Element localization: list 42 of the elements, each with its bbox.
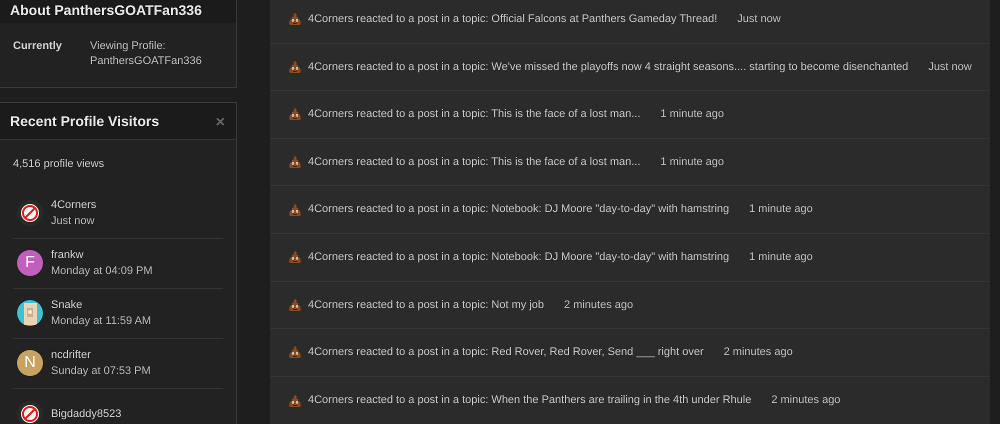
activity-text[interactable]: 4Corners reacted to a post in a topic: Red Rover, Red Rover, Send ___ right over bbox=[308, 344, 704, 361]
poop-emoji-icon bbox=[288, 394, 302, 408]
poop-emoji-icon bbox=[288, 60, 302, 74]
view-count: 4,516 profile views bbox=[12, 157, 106, 172]
activity-text[interactable]: 4Corners reacted to a post in a topic: Notebook: DJ Moore "day-to-day" with hamstring bbox=[308, 201, 730, 218]
visit-time: Monday at 11:59 AM bbox=[51, 314, 152, 329]
poop-emoji-icon bbox=[288, 107, 302, 122]
activity-text[interactable]: 4Corners reacted to a post in a topic: When the Panthers are trailing in the 4th under Rhule bbox=[308, 392, 752, 409]
visitor-name[interactable]: frankw bbox=[51, 247, 153, 263]
visit-time: Just now bbox=[51, 214, 96, 229]
activity-time: 2 minutes ago bbox=[724, 345, 793, 360]
field-label: Currently bbox=[13, 39, 63, 54]
activity-time: 2 minutes ago bbox=[564, 298, 634, 313]
visitor-name[interactable]: Bigdaddy8523 bbox=[51, 406, 122, 422]
activity-time: Just now bbox=[928, 60, 972, 75]
activity-text[interactable]: 4Corners reacted to a post in a topic: Official Falcons at Panthers Gameday Thread! bbox=[308, 11, 718, 28]
poop-emoji-icon bbox=[288, 298, 302, 312]
visit-time: Monday at 04:09 PM bbox=[51, 264, 153, 279]
visitor-name[interactable]: Snake bbox=[51, 297, 152, 313]
activity-time: 1 minute ago bbox=[660, 107, 724, 122]
visit-time: Sunday at 07:53 PM bbox=[51, 364, 151, 379]
field-value: Viewing Profile: PanthersGOATFan336 bbox=[90, 39, 200, 69]
panel-title: About PanthersGOATFan336 bbox=[10, 1, 202, 19]
activity-text[interactable]: 4Corners reacted to a post in a topic: Notebook: DJ Moore "day-to-day" with hamstring bbox=[308, 249, 730, 266]
activity-text[interactable]: 4Corners reacted to a post in a topic: This is the face of a lost man... bbox=[308, 106, 640, 123]
visitor-name[interactable]: ncdrifter bbox=[51, 347, 151, 363]
visitor-name[interactable]: 4Corners bbox=[51, 197, 96, 213]
poop-emoji-icon bbox=[288, 345, 302, 360]
activity-time: Just now bbox=[737, 12, 781, 28]
activity-time: 1 minute ago bbox=[749, 250, 813, 266]
poop-emoji-icon bbox=[288, 155, 302, 170]
activity-text[interactable]: 4Corners reacted to a post in a topic: We've missed the playoffs now 4 straight seasons.... starting to become disenchanted bbox=[308, 58, 908, 76]
poop-emoji-icon bbox=[288, 250, 302, 264]
avatar[interactable]: F bbox=[17, 250, 43, 276]
poop-emoji-icon bbox=[288, 202, 302, 217]
activity-text[interactable]: 4Corners reacted to a post in a topic: This is the face of a lost man... bbox=[308, 154, 640, 170]
activity-text[interactable]: 4Corners reacted to a post in a topic: Not my job bbox=[308, 296, 544, 314]
poop-emoji-icon bbox=[288, 12, 302, 26]
panel-title: Recent Profile Visitors bbox=[10, 112, 160, 130]
activity-time: 1 minute ago bbox=[660, 154, 724, 170]
activity-time: 1 minute ago bbox=[749, 202, 813, 218]
activity-time: 2 minutes ago bbox=[771, 393, 840, 408]
